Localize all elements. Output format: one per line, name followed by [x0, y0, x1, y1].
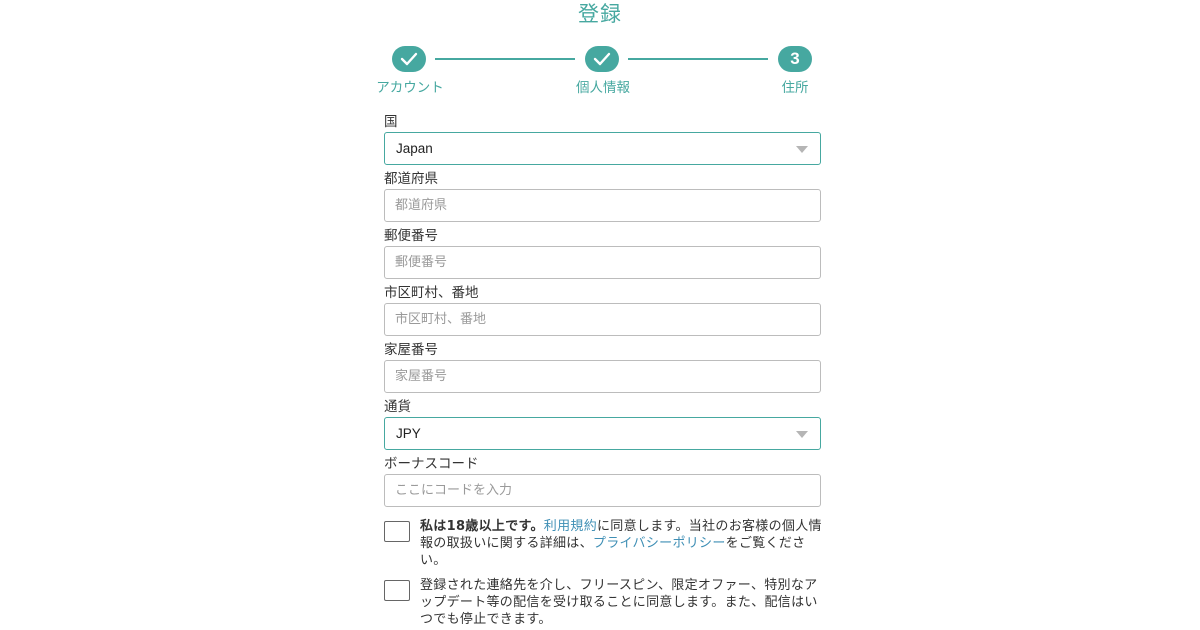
age-terms-text: 私は18歳以上です。利用規約に同意します。当社のお客様の個人情報の取扱いに関する… — [420, 518, 825, 569]
prefecture-input[interactable] — [385, 190, 820, 221]
registration-page: 登録 3 アカウント 個人情報 住所 国 Japan 都道府県 都道府県 郵便番… — [0, 0, 1200, 630]
currency-label: 通貨 — [384, 399, 411, 415]
city-address-input[interactable] — [385, 304, 820, 335]
marketing-checkbox[interactable] — [384, 580, 410, 601]
postal-code-input[interactable] — [385, 247, 820, 278]
prefecture-field-box — [384, 189, 821, 222]
age-statement: 私は18歳以上です。 — [420, 519, 544, 534]
age-terms-checkbox[interactable] — [384, 521, 410, 542]
step-connector — [435, 58, 575, 60]
step-2-complete — [585, 46, 619, 72]
step-label-address: 住所 — [781, 80, 809, 96]
house-number-field-box — [384, 360, 821, 393]
country-select[interactable]: Japan — [384, 132, 821, 165]
step-3-current: 3 — [778, 46, 812, 72]
step-label-account: アカウント — [376, 80, 444, 96]
step-number: 3 — [790, 49, 800, 68]
house-number-input[interactable] — [385, 361, 820, 392]
currency-select[interactable]: JPY — [384, 417, 821, 450]
country-label: 国 — [384, 114, 398, 130]
house-number-label: 家屋番号 — [384, 342, 438, 358]
page-title: 登録 — [578, 2, 622, 26]
city-address-field-box — [384, 303, 821, 336]
progress-stepper: 3 アカウント 個人情報 住所 — [0, 46, 1200, 96]
bonus-code-input[interactable] — [385, 475, 820, 506]
step-1-complete — [392, 46, 426, 72]
check-icon — [400, 52, 418, 66]
country-value: Japan — [396, 141, 433, 156]
privacy-policy-link[interactable]: プライバシーポリシー — [593, 536, 726, 551]
step-label-personal-info: 個人情報 — [576, 80, 630, 96]
currency-value: JPY — [396, 426, 421, 441]
dropdown-caret-icon — [796, 431, 808, 438]
bonus-code-label: ボーナスコード — [384, 456, 479, 472]
bonus-code-field-box — [384, 474, 821, 507]
check-icon — [593, 52, 611, 66]
prefecture-label: 都道府県 — [384, 171, 438, 187]
city-address-label: 市区町村、番地 — [384, 285, 479, 301]
dropdown-caret-icon — [796, 146, 808, 153]
marketing-text: 登録された連絡先を介し、フリースピン、限定オファー、特別なアップデート等の配信を… — [420, 578, 818, 627]
postal-code-field-box — [384, 246, 821, 279]
terms-link[interactable]: 利用規約 — [544, 519, 597, 534]
step-connector — [628, 58, 768, 60]
postal-code-label: 郵便番号 — [384, 228, 438, 244]
address-form: 国 Japan 都道府県 郵便番号 市区町村、番地 家屋番号 通貨 JPY ボー… — [384, 112, 821, 511]
